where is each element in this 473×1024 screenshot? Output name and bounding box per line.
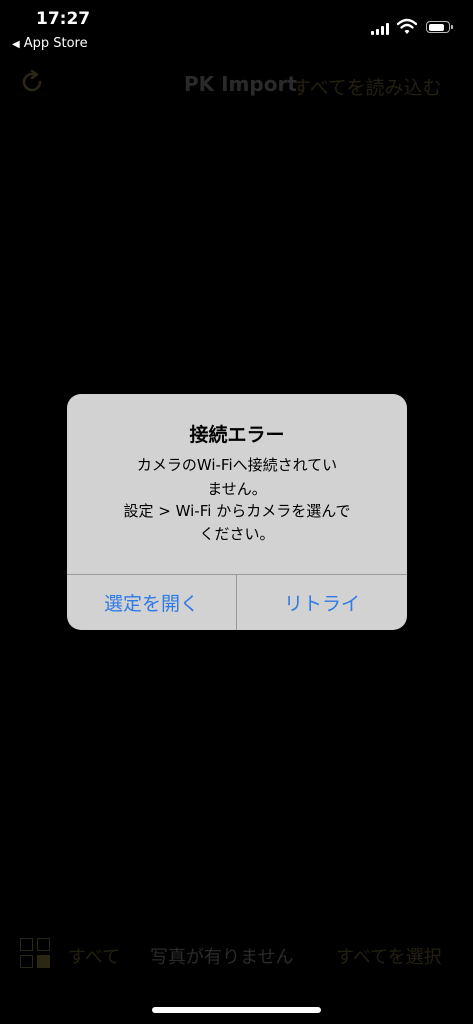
battery-level [428,23,444,31]
grid-select-icon[interactable] [20,938,52,970]
alert-title: 接続エラー [189,424,285,446]
all-filter-button[interactable]: すべて [68,943,120,969]
status-time: 17:27 [36,9,91,29]
alert-message-line: カメラのWi-Fiへ接続されてい [136,456,338,474]
back-app-label: App Store [23,36,88,51]
nav-title: PK Import [184,72,297,96]
refresh-icon[interactable] [18,68,46,96]
status-bar: 17:27 ◀ App Store [0,0,473,60]
retry-button[interactable]: リトライ [237,575,407,630]
import-all-button[interactable]: すべてを読み込む [292,73,442,100]
select-all-button[interactable]: すべてを選択 [336,943,442,969]
open-settings-button[interactable]: 選定を開く [67,575,236,630]
alert-message-line: ません。 [207,480,267,498]
battery-icon [426,21,453,33]
connection-error-alert: 接続エラー カメラのWi-Fiへ接続されてい ません。 設定 > Wi-Fi か… [67,394,407,630]
nav-bar: PK Import すべてを読み込む [0,62,473,106]
screen: 17:27 ◀ App Store PK Import すべてを読み込む すべて… [0,0,473,1024]
bottom-toolbar: すべて 写真が有りません すべてを選択 [0,930,473,974]
alert-message-line: ください。 [199,525,275,543]
wifi-icon [397,18,417,34]
cellular-signal-icon [371,23,391,35]
back-triangle-icon: ◀ [12,39,20,50]
home-indicator[interactable] [152,1007,321,1013]
back-to-app-store-link[interactable]: ◀ App Store [12,36,88,51]
no-photos-label: 写真が有りません [150,947,294,968]
alert-message-line: 設定 > Wi-Fi からカメラを選んで [123,502,351,520]
